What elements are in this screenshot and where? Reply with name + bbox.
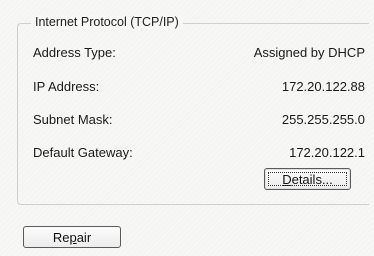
details-button[interactable]: Details... <box>264 168 351 190</box>
subnet-mask-label: Subnet Mask: <box>33 112 113 127</box>
subnet-mask-value: 255.255.255.0 <box>281 112 365 127</box>
address-type-value: Assigned by DHCP <box>253 45 365 60</box>
default-gateway-row: Default Gateway: 172.20.122.1 <box>33 145 365 163</box>
ip-address-row: IP Address: 172.20.122.88 <box>33 79 365 97</box>
groupbox-title: Internet Protocol (TCP/IP) <box>31 15 183 29</box>
focus-rectangle <box>268 172 347 186</box>
subnet-mask-row: Subnet Mask: 255.255.255.0 <box>33 112 365 130</box>
address-type-row: Address Type: Assigned by DHCP <box>33 45 365 63</box>
tcpip-support-panel: Internet Protocol (TCP/IP) Address Type:… <box>0 0 374 256</box>
repair-button[interactable]: Repair <box>23 226 121 248</box>
repair-button-label: Repair <box>52 229 92 245</box>
address-type-label: Address Type: <box>33 45 116 60</box>
default-gateway-value: 172.20.122.1 <box>289 145 365 160</box>
ip-address-label: IP Address: <box>33 79 100 94</box>
default-gateway-label: Default Gateway: <box>33 145 133 160</box>
ip-address-value: 172.20.122.88 <box>281 79 365 94</box>
